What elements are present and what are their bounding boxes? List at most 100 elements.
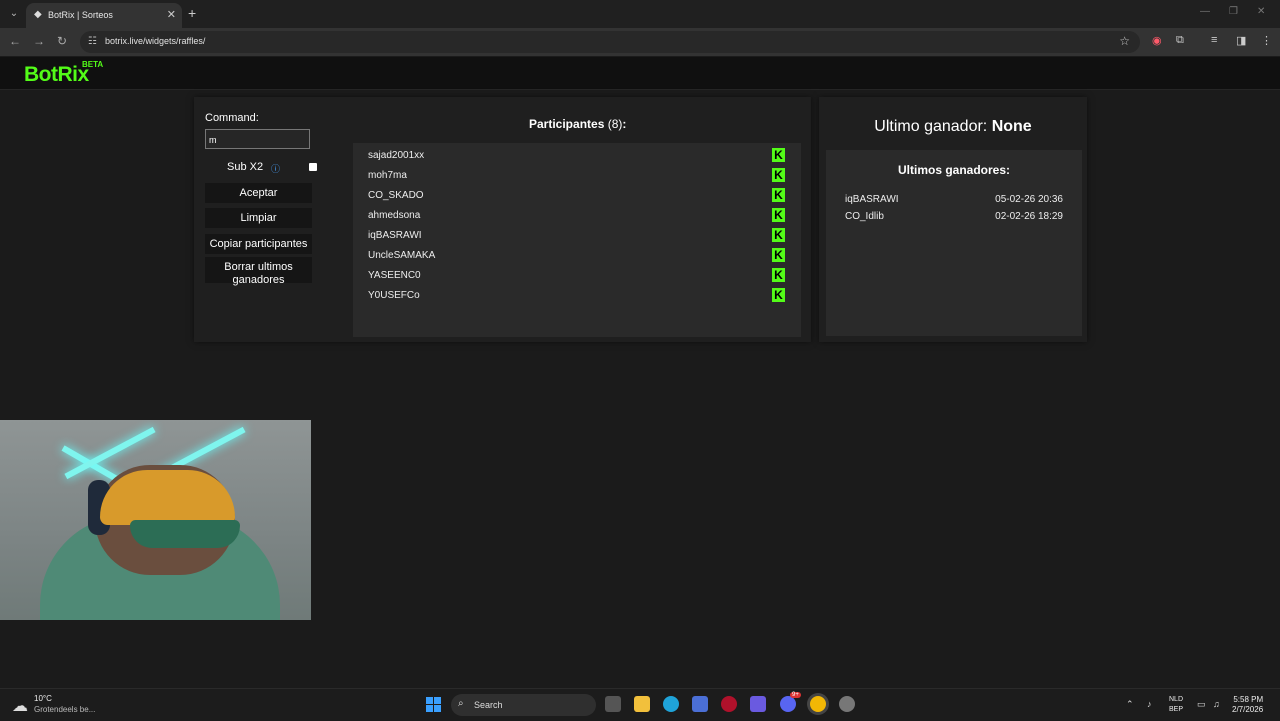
file-explorer-icon[interactable]	[634, 696, 650, 712]
tab-search-icon[interactable]: ⌄	[6, 6, 22, 22]
botrix-favicon-icon: ◆	[34, 9, 42, 20]
media-control-icon[interactable]: ≡	[1211, 34, 1217, 46]
search-label: Search	[474, 700, 503, 710]
opera-icon[interactable]	[721, 696, 737, 712]
clock-date: 2/7/2026	[1232, 705, 1264, 714]
last-winner: Ultimo ganador: None	[819, 118, 1087, 136]
command-input[interactable]: m	[205, 129, 310, 149]
info-icon[interactable]: ⓘ	[271, 162, 280, 175]
site-header: BotRix BETA	[0, 57, 1280, 90]
browser-menu-icon[interactable]: ⋮	[1261, 34, 1272, 47]
participant-name: Y0USEFCo	[368, 290, 420, 301]
webcam-overlay	[0, 420, 311, 620]
delete-winners-button[interactable]: Borrar ultimos ganadores	[205, 257, 312, 286]
discord-badge: 9+	[790, 692, 801, 698]
winners-list-title: Ultimos ganadores:	[897, 163, 1011, 177]
participant-row: moh7ma K	[368, 165, 793, 185]
raffle-panel: Command: m Sub X2 ⓘ Aceptar Limpiar Copi…	[194, 97, 811, 342]
store-icon[interactable]	[692, 696, 708, 712]
obs-icon[interactable]	[839, 696, 855, 712]
weather-desc[interactable]: Grotendeels be...	[34, 705, 95, 714]
participant-row: YASEENC0 K	[368, 265, 793, 285]
participant-row: iqBASRAWI K	[368, 225, 793, 245]
browser-tab-bar: ⌄ ◆ BotRix | Sorteos ✕ + — ❐ ✕	[0, 0, 1280, 28]
cap-brim	[130, 520, 240, 548]
maximize-icon[interactable]: ❐	[1229, 6, 1238, 17]
reload-icon[interactable]: ↻	[57, 34, 67, 48]
participant-name: moh7ma	[368, 170, 407, 181]
participants-title: Participantes (8):	[529, 117, 626, 131]
participant-name: ahmedsona	[368, 210, 421, 221]
winner-name: CO_Idlib	[845, 211, 884, 222]
browser-tab[interactable]: ◆ BotRix | Sorteos ✕	[26, 3, 182, 28]
windows-taskbar: ☁ 10°C Grotendeels be... ⌕ Search 9+ ⌃ ♪…	[0, 688, 1280, 721]
taskbar-search[interactable]: ⌕ Search	[451, 694, 596, 716]
winners-list: Ultimos ganadores: iqBASRAWI 05-02-26 20…	[826, 150, 1082, 336]
last-winner-label: Ultimo ganador:	[874, 118, 988, 135]
clock-time: 5:58 PM	[1233, 695, 1264, 704]
weather-cloud-icon[interactable]: ☁	[12, 696, 28, 716]
kick-icon: K	[772, 208, 785, 222]
winner-name: iqBASRAWI	[845, 194, 899, 205]
extensions-puzzle-icon[interactable]: ⧉	[1176, 34, 1184, 47]
beta-badge: BETA	[82, 60, 104, 69]
new-tab-icon[interactable]: +	[188, 5, 196, 21]
kick-icon: K	[772, 248, 785, 262]
weather-temp[interactable]: 10°C	[34, 694, 52, 703]
kick-icon: K	[772, 188, 785, 202]
winner-date: 05-02-26 20:36	[995, 194, 1063, 205]
kick-icon: K	[772, 148, 785, 162]
accept-button[interactable]: Aceptar	[205, 183, 312, 203]
address-bar[interactable]: ☷ botrix.live/widgets/raffles/ ☆	[80, 31, 1140, 53]
volume-icon[interactable]: ♫	[1213, 699, 1220, 709]
profile-icon[interactable]: ◨	[1236, 34, 1246, 47]
participant-row: sajad2001xx K	[368, 145, 793, 165]
tab-title: BotRix | Sorteos	[48, 10, 113, 20]
clear-button[interactable]: Limpiar	[205, 208, 312, 228]
last-winner-value: None	[991, 118, 1032, 135]
winner-row: iqBASRAWI 05-02-26 20:36	[845, 194, 1063, 205]
participant-name: sajad2001xx	[368, 150, 425, 161]
site-info-icon[interactable]: ☷	[88, 36, 97, 47]
windows-start-icon[interactable]	[426, 697, 441, 712]
extension-red-icon[interactable]: ◉	[1152, 34, 1162, 47]
taskbar-clock[interactable]: 5:58 PM 2/7/2026	[1232, 695, 1263, 715]
microphone-icon[interactable]: ♪	[1147, 699, 1152, 709]
app-icon[interactable]	[750, 696, 766, 712]
delete-winners-line1: Borrar ultimos	[224, 261, 293, 273]
kick-icon: K	[772, 168, 785, 182]
cap	[100, 470, 235, 525]
edge-icon[interactable]	[663, 696, 679, 712]
participants-title-text: Participantes	[529, 117, 605, 131]
participant-name: UncleSAMAKA	[368, 250, 436, 261]
participant-name: YASEENC0	[368, 270, 421, 281]
back-icon[interactable]: ←	[9, 34, 21, 48]
window-close-icon[interactable]: ✕	[1257, 6, 1265, 17]
bookmark-star-icon[interactable]: ☆	[1119, 34, 1130, 48]
winner-row: CO_Idlib 02-02-26 18:29	[845, 211, 1063, 222]
participant-name: CO_SKADO	[368, 190, 424, 201]
search-icon: ⌕	[458, 698, 464, 709]
participant-row: ahmedsona K	[368, 205, 793, 225]
url-text: botrix.live/widgets/raffles/	[105, 36, 206, 46]
tab-close-icon[interactable]: ✕	[167, 8, 176, 21]
participant-row: Y0USEFCo K	[368, 285, 793, 305]
task-view-icon[interactable]	[605, 696, 621, 712]
participants-count: (8)	[607, 117, 623, 131]
display-icon[interactable]: ▭	[1197, 699, 1206, 710]
forward-icon[interactable]: →	[33, 34, 45, 48]
copy-participants-button[interactable]: Copiar participantes	[205, 234, 312, 254]
subx2-label: Sub X2	[227, 161, 264, 173]
botrix-logo[interactable]: BotRix	[24, 63, 89, 87]
participant-row: UncleSAMAKA K	[368, 245, 793, 265]
kick-icon: K	[772, 268, 785, 282]
language-indicator[interactable]: NLD BEP	[1169, 695, 1183, 715]
participant-name: iqBASRAWI	[368, 230, 422, 241]
tray-chevron-icon[interactable]: ⌃	[1126, 699, 1134, 710]
subx2-checkbox[interactable]	[309, 163, 317, 171]
minimize-icon[interactable]: —	[1200, 6, 1210, 17]
kick-icon: K	[772, 228, 785, 242]
chrome-icon[interactable]	[810, 696, 826, 712]
discord-icon[interactable]	[780, 696, 796, 712]
lang-line2: BEP	[1169, 706, 1184, 713]
